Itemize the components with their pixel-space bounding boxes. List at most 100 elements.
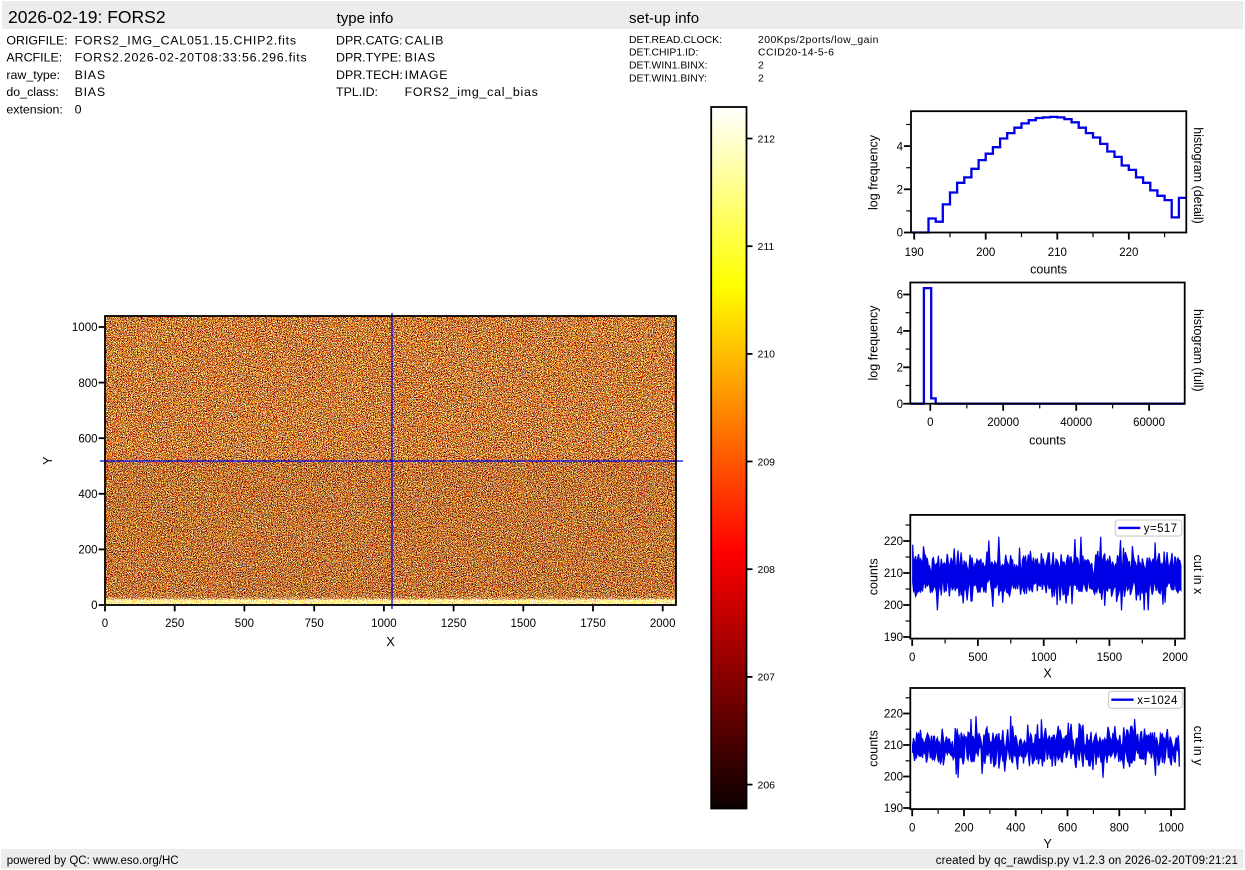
svg-text:FORS2.2026-02-20T08:33:56.296.: FORS2.2026-02-20T08:33:56.296.fits (75, 51, 308, 65)
svg-text:4: 4 (897, 141, 904, 153)
svg-text:60000: 60000 (1133, 417, 1165, 429)
svg-text:211: 211 (758, 241, 775, 253)
svg-text:190: 190 (884, 632, 903, 644)
svg-text:log frequency: log frequency (867, 305, 881, 381)
svg-text:log frequency: log frequency (867, 134, 881, 210)
svg-text:210: 210 (884, 568, 903, 580)
svg-text:counts: counts (867, 558, 881, 595)
svg-text:2026-02-19: FORS2: 2026-02-19: FORS2 (8, 7, 166, 27)
svg-text:1000: 1000 (72, 322, 98, 334)
svg-text:0: 0 (75, 102, 83, 116)
svg-text:400: 400 (78, 489, 97, 501)
svg-text:600: 600 (1058, 822, 1077, 834)
svg-text:BIAS: BIAS (75, 68, 106, 82)
svg-text:DET.READ.CLOCK:: DET.READ.CLOCK: (629, 35, 722, 46)
svg-text:1500: 1500 (1097, 652, 1123, 664)
svg-text:IMAGE: IMAGE (405, 68, 449, 82)
svg-text:Y: Y (1044, 837, 1053, 851)
svg-text:DPR.CATG:: DPR.CATG: (336, 33, 403, 47)
svg-text:counts: counts (867, 730, 881, 767)
svg-text:1000: 1000 (1031, 652, 1057, 664)
svg-text:200: 200 (976, 247, 995, 259)
svg-text:250: 250 (165, 618, 184, 630)
svg-text:Y: Y (41, 456, 55, 465)
svg-text:208: 208 (758, 564, 776, 576)
svg-text:210: 210 (758, 349, 776, 361)
svg-text:histogram (detail): histogram (detail) (1191, 127, 1205, 224)
svg-text:powered by QC: www.eso.org/HC: powered by QC: www.eso.org/HC (7, 855, 179, 867)
svg-text:X: X (1043, 666, 1052, 680)
svg-text:0: 0 (909, 652, 915, 664)
svg-text:created by qc_rawdisp.py v1.2.: created by qc_rawdisp.py v1.2.3 on 2026-… (936, 855, 1238, 867)
svg-text:220: 220 (1119, 247, 1138, 259)
svg-text:x=1024: x=1024 (1137, 695, 1178, 707)
svg-text:2: 2 (897, 363, 903, 375)
svg-text:20000: 20000 (987, 417, 1019, 429)
svg-text:do_class:: do_class: (6, 85, 58, 99)
svg-text:cut in x: cut in x (1191, 555, 1205, 595)
svg-text:750: 750 (305, 618, 324, 630)
svg-text:0: 0 (909, 822, 915, 834)
svg-text:200: 200 (954, 822, 973, 834)
svg-text:2000: 2000 (1162, 652, 1188, 664)
svg-text:1250: 1250 (441, 618, 467, 630)
svg-text:set-up info: set-up info (629, 10, 699, 27)
svg-text:y=517: y=517 (1144, 523, 1178, 535)
svg-text:200: 200 (78, 545, 97, 557)
svg-text:1000: 1000 (371, 618, 397, 630)
svg-text:220: 220 (884, 536, 903, 548)
svg-text:DPR.TECH:: DPR.TECH: (336, 68, 403, 82)
svg-text:DET.WIN1.BINX:: DET.WIN1.BINX: (629, 61, 708, 72)
svg-text:800: 800 (1110, 822, 1129, 834)
svg-text:BIAS: BIAS (405, 51, 436, 65)
svg-text:0: 0 (91, 600, 97, 612)
svg-text:220: 220 (884, 709, 903, 721)
svg-text:6: 6 (897, 290, 903, 302)
svg-text:raw_type:: raw_type: (6, 68, 60, 82)
svg-text:0: 0 (897, 399, 903, 411)
svg-text:X: X (386, 635, 395, 649)
svg-text:190: 190 (905, 247, 924, 259)
svg-text:histogram (full): histogram (full) (1191, 309, 1205, 392)
svg-text:212: 212 (758, 133, 776, 145)
svg-text:207: 207 (758, 672, 776, 684)
svg-text:DPR.TYPE:: DPR.TYPE: (336, 51, 401, 65)
svg-text:1750: 1750 (580, 618, 606, 630)
svg-text:FORS2_img_cal_bias: FORS2_img_cal_bias (405, 85, 539, 99)
svg-text:1000: 1000 (1158, 822, 1184, 834)
svg-text:200: 200 (884, 772, 903, 784)
svg-text:500: 500 (968, 652, 987, 664)
svg-text:ORIGFILE:: ORIGFILE: (6, 33, 67, 47)
svg-text:extension:: extension: (6, 102, 62, 116)
svg-text:200Kps/2ports/low_gain: 200Kps/2ports/low_gain (758, 35, 879, 46)
svg-text:210: 210 (884, 740, 903, 752)
svg-text:cut in y: cut in y (1191, 726, 1205, 766)
svg-text:600: 600 (78, 433, 97, 445)
svg-text:2000: 2000 (650, 618, 676, 630)
svg-text:2: 2 (897, 185, 903, 197)
svg-text:1500: 1500 (511, 618, 537, 630)
svg-text:400: 400 (1006, 822, 1025, 834)
svg-text:DET.CHIP1.ID:: DET.CHIP1.ID: (629, 48, 698, 59)
svg-text:40000: 40000 (1060, 417, 1092, 429)
svg-text:200: 200 (884, 600, 903, 612)
svg-text:210: 210 (1048, 247, 1067, 259)
svg-text:206: 206 (758, 779, 776, 791)
svg-text:counts: counts (1030, 263, 1067, 277)
svg-text:209: 209 (758, 456, 776, 468)
svg-text:DET.WIN1.BINY:: DET.WIN1.BINY: (629, 73, 707, 84)
svg-text:190: 190 (884, 803, 903, 815)
svg-text:2: 2 (758, 73, 764, 84)
svg-text:type info: type info (337, 10, 394, 27)
svg-text:0: 0 (897, 228, 903, 240)
svg-text:BIAS: BIAS (75, 85, 106, 99)
svg-text:500: 500 (235, 618, 254, 630)
svg-text:4: 4 (897, 326, 904, 338)
svg-text:CALIB: CALIB (405, 33, 445, 47)
svg-text:0: 0 (927, 417, 933, 429)
svg-text:800: 800 (78, 378, 97, 390)
svg-text:CCID20-14-5-6: CCID20-14-5-6 (758, 48, 834, 59)
svg-text:TPL.ID:: TPL.ID: (336, 85, 378, 99)
svg-text:ARCFILE:: ARCFILE: (6, 51, 62, 65)
svg-text:FORS2_IMG_CAL051.15.CHIP2.fits: FORS2_IMG_CAL051.15.CHIP2.fits (75, 33, 297, 47)
